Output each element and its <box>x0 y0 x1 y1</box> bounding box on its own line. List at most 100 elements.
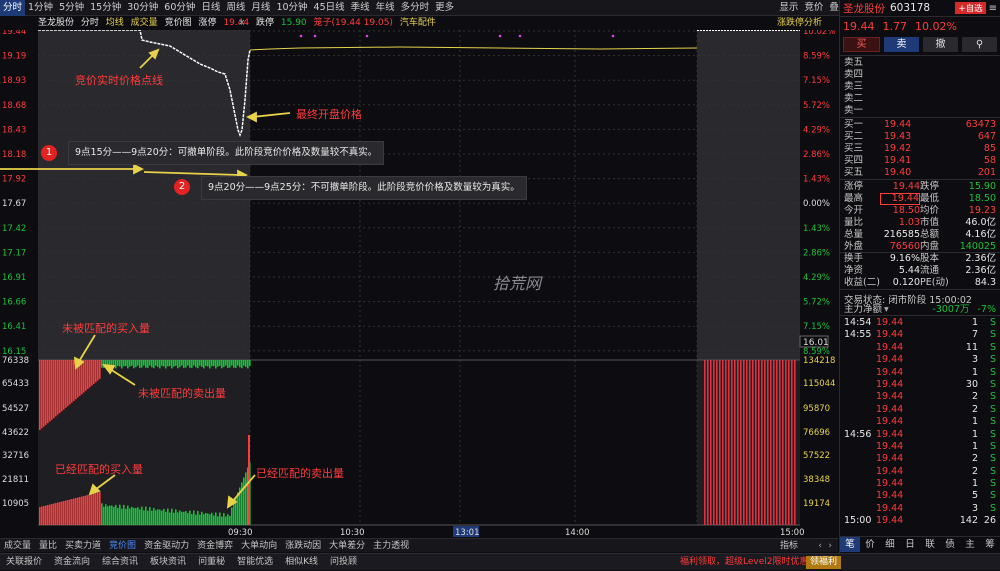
sell-button[interactable]: 卖 <box>884 37 919 52</box>
add-favorite-button[interactable]: +自选 <box>955 2 986 14</box>
bid-row[interactable]: 买三 19.42 85 <box>840 143 1000 155</box>
cancel-order-button[interactable]: 撤 <box>923 37 958 52</box>
tool-button[interactable]: 显示 <box>776 0 801 16</box>
indicator-tab[interactable]: 大单动向 <box>237 539 281 552</box>
period-tab[interactable]: 年线 <box>373 0 398 16</box>
footer-item[interactable]: 综合资讯 <box>96 554 144 570</box>
panel-tab[interactable]: 笔 <box>840 537 860 552</box>
period-tab[interactable]: 15分钟 <box>87 0 124 16</box>
tab-volume[interactable]: 成交量 <box>131 18 158 28</box>
indicator-tab[interactable]: 主力透视 <box>369 539 413 552</box>
bid-volume: 85 <box>983 143 996 154</box>
period-tab[interactable]: 30分钟 <box>124 0 161 16</box>
panel-tab[interactable]: 联 <box>920 537 940 552</box>
tick-price: 19.44 <box>876 329 904 341</box>
period-tab[interactable]: 45日线 <box>311 0 348 16</box>
tool-button[interactable]: 竞价 <box>801 0 826 16</box>
vol-bar <box>69 499 71 525</box>
tick-side: S <box>989 428 996 440</box>
bid-price: 19.43 <box>884 131 912 142</box>
panel-tab[interactable]: 主 <box>960 537 980 552</box>
footer-item[interactable]: 智能优选 <box>231 554 279 570</box>
indicator-tab[interactable]: 量比 <box>35 539 61 552</box>
bid-row[interactable]: 买二 19.43 647 <box>840 131 1000 143</box>
period-tab[interactable]: 5分钟 <box>56 0 87 16</box>
panel-tab[interactable]: 价 <box>860 537 880 552</box>
promo-text[interactable]: 福利领取，超级Level2限时优惠! <box>680 554 812 571</box>
period-tab[interactable]: 10分钟 <box>273 0 310 16</box>
ask-row[interactable]: 卖二 <box>840 93 1000 105</box>
vol-bar <box>131 360 133 366</box>
bid-volume: 201 <box>977 167 996 178</box>
vol-bar <box>199 360 201 366</box>
panel-tab[interactable]: 日 <box>900 537 920 552</box>
promo-button[interactable]: 领福利 <box>806 556 842 569</box>
period-tab[interactable]: 月线 <box>248 0 273 16</box>
vol-bar <box>171 508 173 525</box>
stat-value: 18.50 <box>968 193 996 204</box>
indicator-tab[interactable]: 竞价图 <box>105 539 140 552</box>
stat-label: 市值 <box>920 217 940 228</box>
pct-tick: 10.02% <box>803 30 835 37</box>
footer-item[interactable]: 板块资讯 <box>144 554 192 570</box>
tick-price: 19.44 <box>876 515 904 527</box>
ask-label: 卖四 <box>844 69 864 80</box>
period-tab[interactable]: 季线 <box>348 0 373 16</box>
period-tab[interactable]: 分时 <box>0 0 26 16</box>
stat-value: 9.16% <box>889 253 920 264</box>
indicator-tab[interactable]: 资金博弈 <box>193 539 237 552</box>
vol-bar <box>113 506 115 525</box>
period-tab[interactable]: 周线 <box>223 0 248 16</box>
vol-bar <box>65 500 67 525</box>
tick-volume: 1 <box>971 478 978 490</box>
tab-fenshi[interactable]: 分时 <box>81 18 99 28</box>
footer-item[interactable]: 资金流向 <box>48 554 96 570</box>
menu-icon[interactable]: ≡ <box>989 3 997 14</box>
pin-icon[interactable]: ⚲ <box>962 37 997 52</box>
vol-bar <box>213 360 215 367</box>
bid-row[interactable]: 买四 19.41 58 <box>840 155 1000 167</box>
footer-item[interactable]: 关联报价 <box>0 554 48 570</box>
bid-row[interactable]: 买一 19.44 63473 <box>840 119 1000 131</box>
indicator-tab[interactable]: 大单差分 <box>325 539 369 552</box>
close-icon[interactable]: × <box>238 16 246 30</box>
period-tab[interactable]: 1分钟 <box>25 0 56 16</box>
ask-row[interactable]: 卖一 <box>840 105 1000 117</box>
ask-row[interactable]: 卖三 <box>840 81 1000 93</box>
limit-analysis-button[interactable]: 涨跌停分析 <box>777 16 822 30</box>
footer-item[interactable]: 问董秘 <box>192 554 231 570</box>
indicator-tab[interactable]: 资金驱动力 <box>140 539 193 552</box>
period-tab[interactable]: 多分时 <box>398 0 433 16</box>
indicator-tab[interactable]: 涨跌动因 <box>281 539 325 552</box>
price-tick: 17.67 <box>2 199 26 209</box>
period-tab[interactable]: 日线 <box>198 0 223 16</box>
footer-item[interactable]: 相似K线 <box>279 554 324 570</box>
stat-value: 19.23 <box>968 205 996 216</box>
ask-row[interactable]: 卖四 <box>840 69 1000 81</box>
tick-row: 19.44 30 S <box>840 379 1000 391</box>
vol-bar <box>87 360 89 390</box>
period-tab[interactable]: 更多 <box>432 0 457 16</box>
after-vol-bar <box>710 360 712 525</box>
chevron-right-icon[interactable]: › <box>824 539 836 553</box>
sector-label[interactable]: 汽车配件 <box>400 18 436 28</box>
vol-bar <box>129 508 131 525</box>
bid-row[interactable]: 买五 19.40 201 <box>840 167 1000 179</box>
tab-avg-line[interactable]: 均线 <box>106 18 124 28</box>
footer-item[interactable]: 问投顾 <box>324 554 363 570</box>
period-tab[interactable]: 60分钟 <box>161 0 198 16</box>
chevron-down-icon[interactable]: ▾ <box>884 303 889 315</box>
indicator-button[interactable]: 指标 <box>776 539 802 553</box>
tick-side: S <box>989 354 996 366</box>
pct-tick: 7.15% <box>803 76 830 86</box>
panel-tab[interactable]: 筹 <box>980 537 1000 552</box>
stat-value: 2.36亿 <box>965 253 996 264</box>
indicator-tab[interactable]: 买卖力道 <box>61 539 105 552</box>
panel-tab[interactable]: 细 <box>880 537 900 552</box>
buy-button[interactable]: 买 <box>843 37 880 52</box>
tab-auction[interactable]: 竞价图 <box>165 18 192 28</box>
ask-row[interactable]: 卖五 <box>840 57 1000 69</box>
panel-tab[interactable]: 债 <box>940 537 960 552</box>
indicator-tab[interactable]: 成交量 <box>0 539 35 552</box>
vol-bar <box>83 360 85 393</box>
